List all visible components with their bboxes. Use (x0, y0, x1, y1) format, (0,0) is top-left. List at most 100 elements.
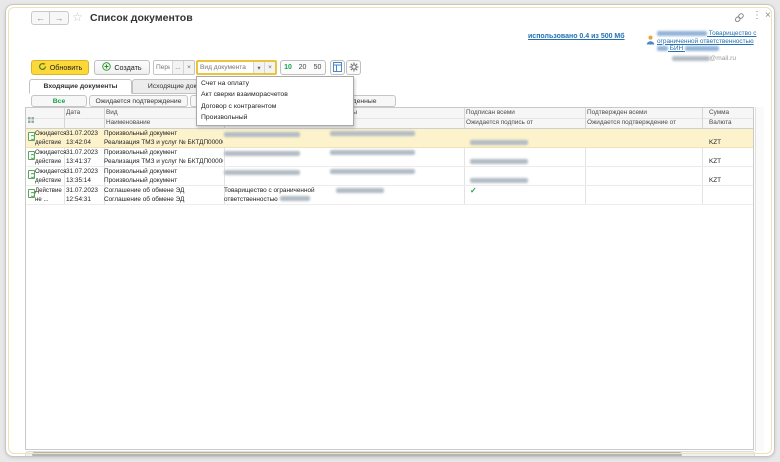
page-size-10-button[interactable]: 10 (280, 60, 296, 75)
redacted-text (657, 46, 668, 51)
row-awaiting-sign (464, 149, 584, 167)
row-kind-name: Произвольный документРеализация ТМЗ и ус… (104, 149, 223, 166)
organization-link-text: ограниченной ответственностью (657, 38, 754, 45)
nav-history-group: ← → (31, 11, 69, 25)
doctype-dropdown-list: Счет на оплату Акт сверки взаиморасчетов… (196, 76, 354, 126)
redacted-text (657, 31, 707, 36)
favorite-star-icon[interactable]: ☆ (72, 10, 83, 24)
redacted-text (470, 178, 528, 183)
column-header-currency[interactable]: Валюта (709, 118, 732, 128)
refresh-button[interactable]: Обновить (31, 60, 89, 75)
table-row[interactable]: Ожидается действие 31.07.202313:42:04 Пр… (26, 129, 754, 148)
forward-button[interactable]: → (50, 11, 69, 25)
row-awaiting-sign (464, 168, 584, 186)
document-status-icon (28, 189, 35, 198)
back-button[interactable]: ← (31, 11, 50, 25)
form-settings-button[interactable] (346, 60, 361, 75)
row-parties (224, 168, 462, 177)
column-header-kind[interactable]: Вид (106, 108, 118, 118)
column-header-date[interactable]: Дата (66, 108, 80, 118)
row-date: 31.07.202313:41:37 (66, 149, 104, 166)
row-kind-name: Произвольный документПроизвольный докуме… (104, 168, 223, 185)
doctype-clear-button[interactable]: × (264, 62, 275, 73)
redacted-text (224, 132, 300, 137)
redacted-text (470, 140, 528, 145)
redacted-text (470, 159, 528, 164)
create-button[interactable]: Создать (94, 60, 150, 75)
row-kind-name: Соглашение об обмене ЭДСоглашение об обм… (104, 187, 223, 204)
redacted-text (224, 170, 300, 175)
row-parties (224, 149, 462, 158)
period-field: ... × (153, 60, 195, 75)
row-date: 31.07.202313:42:04 (66, 130, 104, 147)
horizontal-scrollbar[interactable] (25, 451, 755, 457)
redacted-text (330, 169, 415, 174)
user-icon (646, 32, 655, 50)
row-status: Ожидается действие (35, 130, 65, 147)
forward-arrow-icon: → (55, 13, 64, 23)
storage-usage-link[interactable]: использовано 0.4 из 500 Мб (528, 33, 625, 40)
user-email: @mail.ru (672, 55, 736, 62)
page-title: Список документов (90, 12, 193, 24)
vertical-scrollbar[interactable] (755, 107, 764, 451)
row-currency: KZT (709, 130, 754, 148)
gear-icon (349, 59, 359, 77)
plus-icon (102, 62, 111, 73)
table-row[interactable]: Ожидается действие 31.07.202313:41:37 Пр… (26, 148, 754, 167)
row-date: 31.07.202312:54:31 (66, 187, 104, 204)
refresh-icon (38, 62, 47, 73)
row-currency: KZT (709, 149, 754, 167)
row-currency (709, 187, 754, 196)
filter-awaiting-confirmation-button[interactable]: Ожидается подтверждение (89, 95, 188, 107)
redacted-text (336, 188, 384, 193)
column-header-name[interactable]: Наименование (106, 118, 150, 128)
organization-link-text: БИН (670, 45, 683, 52)
table-icon (333, 59, 342, 77)
row-status: Действие не ... (35, 187, 65, 204)
row-awaiting-sign (464, 130, 584, 148)
redacted-text (280, 196, 310, 201)
documents-table: Дата Вид Наименование Стороны Подписан в… (25, 107, 754, 450)
dropdown-item-contract[interactable]: Договор с контрагентом (197, 101, 353, 113)
back-arrow-icon: ← (36, 13, 45, 23)
doctype-input[interactable] (198, 62, 253, 73)
close-icon[interactable]: × (765, 10, 771, 21)
row-kind-name: Произвольный документРеализация ТМЗ и ус… (104, 130, 223, 147)
organization-link[interactable]: Товарищество с ограниченной ответственно… (657, 30, 758, 53)
redacted-text (330, 150, 415, 155)
tab-incoming-documents[interactable]: Входящие документы (29, 79, 132, 94)
organization-link-text: Товарищество с (709, 30, 757, 37)
document-status-icon (28, 170, 35, 179)
filter-all-button[interactable]: Все (31, 95, 87, 107)
dropdown-item-invoice[interactable]: Счет на оплату (197, 78, 353, 90)
row-status: Ожидается действие (35, 149, 65, 166)
period-choose-button[interactable]: ... (172, 61, 183, 74)
table-row[interactable]: Ожидается действие 31.07.202313:35:14 Пр… (26, 167, 754, 186)
period-input[interactable] (154, 61, 172, 74)
column-header-confirmed-all[interactable]: Подтвержден всеми (587, 108, 647, 118)
more-menu-icon[interactable]: ⋮ (752, 10, 762, 21)
row-currency: KZT (709, 168, 754, 186)
list-settings-button[interactable] (330, 60, 345, 75)
row-status: Ожидается действие (35, 168, 65, 185)
column-header-signed-all[interactable]: Подписан всеми (466, 108, 515, 118)
app-window: ← → ☆ Список документов ⋮ × использовано… (5, 4, 775, 457)
row-signed-all: ✓ (464, 187, 584, 197)
horizontal-scrollbar-thumb[interactable] (32, 452, 682, 457)
chevron-down-icon: ▾ (257, 64, 260, 72)
period-clear-button[interactable]: × (183, 61, 194, 74)
page-size-20-button[interactable]: 20 (295, 60, 311, 75)
table-row[interactable]: Действие не ... 31.07.202312:54:31 Согла… (26, 186, 754, 205)
redacted-text (224, 151, 300, 156)
check-icon: ✓ (470, 186, 477, 195)
dropdown-item-reconciliation[interactable]: Акт сверки взаиморасчетов (197, 90, 353, 102)
row-parties (224, 130, 462, 139)
doctype-dropdown-button[interactable]: ▾ (253, 62, 264, 73)
column-header-awaiting-confirm[interactable]: Ожидается подтверждение от (587, 118, 676, 128)
doctype-field: ▾ × (196, 60, 277, 75)
get-link-icon[interactable] (734, 13, 745, 25)
column-header-sum[interactable]: Сумма (709, 108, 729, 118)
page-size-50-button[interactable]: 50 (310, 60, 326, 75)
column-header-awaiting-sign[interactable]: Ожидается подпись от (466, 118, 533, 128)
dropdown-item-arbitrary[interactable]: Произвольный (197, 113, 353, 125)
